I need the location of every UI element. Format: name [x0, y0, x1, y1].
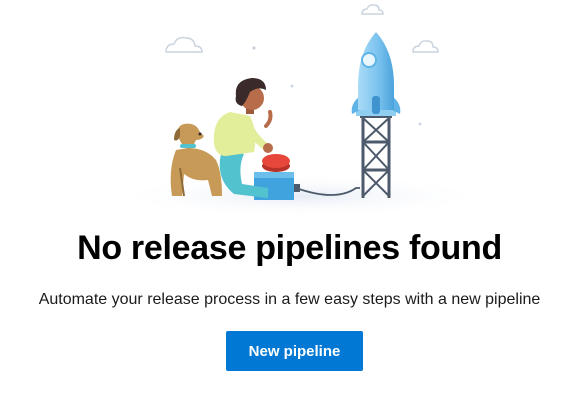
cloud-icon — [412, 40, 439, 53]
release-pipelines-empty-state: No release pipelines found Automate your… — [0, 0, 579, 401]
cloud-icon — [361, 4, 384, 15]
empty-state-title: No release pipelines found — [77, 229, 502, 267]
empty-state-description: Automate your release process in a few e… — [38, 291, 541, 308]
rocket-icon — [351, 32, 401, 114]
cloud-icon — [165, 36, 203, 53]
launch-illustration — [110, 4, 490, 215]
new-pipeline-button[interactable]: New pipeline — [226, 331, 363, 371]
